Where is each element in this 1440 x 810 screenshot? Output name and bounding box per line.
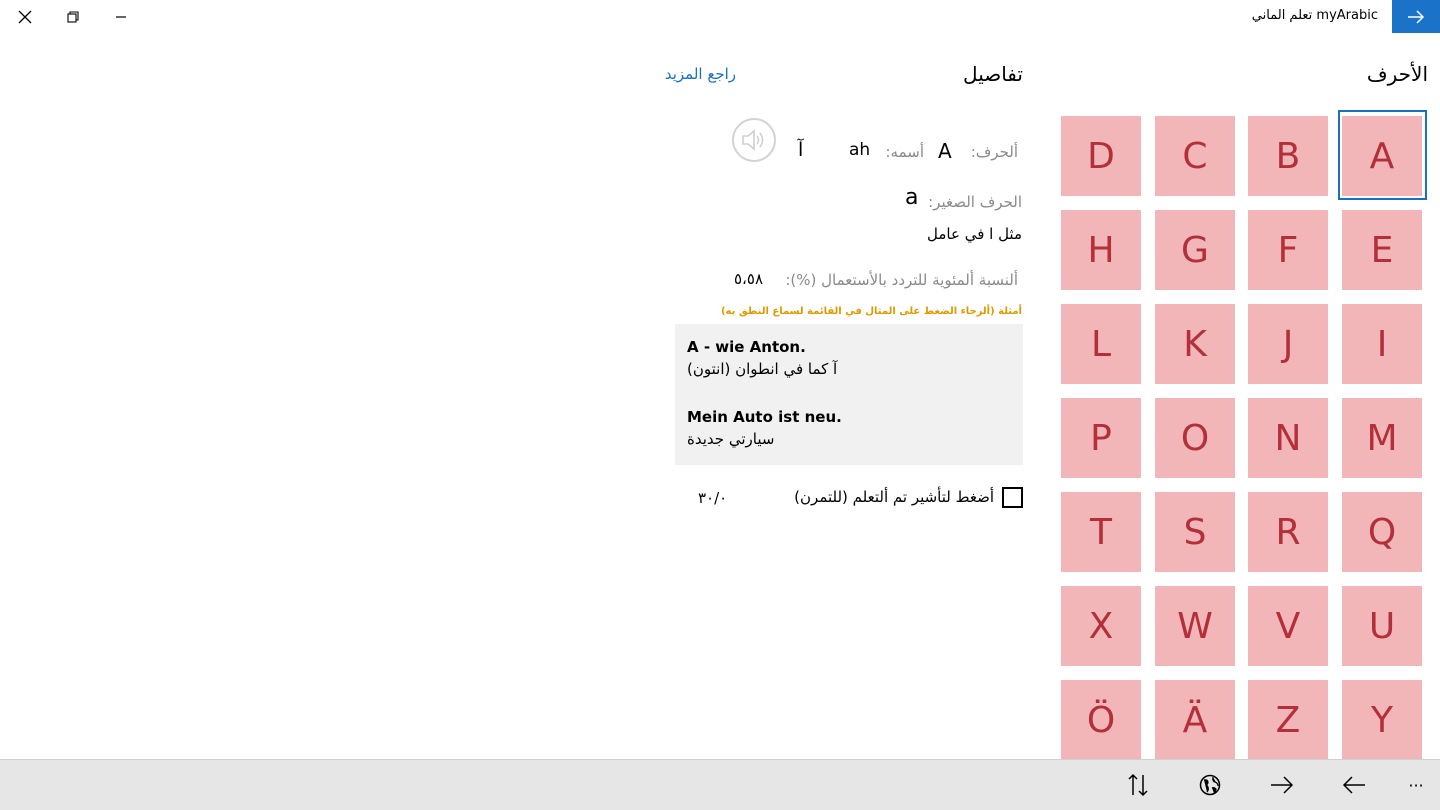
sort-button[interactable] <box>1118 770 1158 800</box>
minimize-window-button[interactable] <box>98 4 144 30</box>
letter-tile[interactable]: H <box>1061 210 1141 290</box>
close-icon <box>18 10 32 24</box>
title-bar: myArabic تعلم الماني <box>0 0 1440 34</box>
letter-tile[interactable]: N <box>1248 398 1328 478</box>
restore-window-button[interactable] <box>50 4 96 30</box>
letter-tile[interactable]: G <box>1155 210 1235 290</box>
letter-tile[interactable]: Q <box>1342 492 1422 572</box>
example-ar[interactable]: آ كما في انطوان (انتون) <box>687 360 837 378</box>
arrow-left-icon <box>1342 776 1365 794</box>
close-window-button[interactable] <box>2 4 48 30</box>
letter-tile[interactable]: U <box>1342 586 1422 666</box>
name-value: ah <box>849 140 871 160</box>
bottom-app-bar: ··· <box>0 759 1440 810</box>
sort-icon <box>1128 773 1148 797</box>
arrow-right-icon <box>1271 776 1294 794</box>
letter-tile[interactable]: Ö <box>1061 680 1141 760</box>
examples-list: A - wie Anton. آ كما في انطوان (انتون) M… <box>675 324 1023 465</box>
letter-tile[interactable]: D <box>1061 116 1141 196</box>
app-title: myArabic تعلم الماني <box>1251 8 1378 23</box>
like-text: مثل ا في عامل <box>927 225 1022 243</box>
next-button[interactable] <box>1262 770 1302 800</box>
name-label: أسمه: <box>885 143 924 161</box>
letter-tile[interactable]: K <box>1155 304 1235 384</box>
play-sound-button[interactable] <box>732 118 776 162</box>
letter-tile[interactable]: E <box>1342 210 1422 290</box>
letter-tile[interactable]: O <box>1155 398 1235 478</box>
learned-checkbox-label[interactable]: أضغط لتأشير تم ألتعلم (للتمرن) <box>794 488 994 506</box>
example-ar[interactable]: سيارتي جديدة <box>687 430 774 448</box>
frequency-value: ٥،٥٨ <box>734 270 764 288</box>
letter-label: ألحرف: <box>970 143 1018 161</box>
letter-tile[interactable]: L <box>1061 304 1141 384</box>
letter-tile[interactable]: M <box>1342 398 1422 478</box>
arrow-right-icon <box>1408 9 1425 24</box>
language-button[interactable] <box>1190 770 1230 800</box>
more-icon: ··· <box>1408 775 1424 795</box>
back-button[interactable] <box>1392 0 1440 33</box>
letter-tile[interactable]: W <box>1155 586 1235 666</box>
letter-tile[interactable]: V <box>1248 586 1328 666</box>
more-button[interactable]: ··· <box>1396 770 1436 800</box>
letter-tile[interactable]: R <box>1248 492 1328 572</box>
see-more-link[interactable]: راجع المزيد <box>665 65 736 83</box>
small-letter-label: الحرف الصغير: <box>928 193 1022 211</box>
example-de[interactable]: Mein Auto ist neu. <box>687 408 842 426</box>
learned-checkbox[interactable] <box>1002 487 1023 508</box>
minimize-icon <box>116 16 126 18</box>
restore-icon <box>67 11 79 23</box>
letter-value: A <box>938 139 952 163</box>
frequency-label: ألنسبة ألمئوية للتردد بالأستعمال (%): <box>785 271 1018 289</box>
letter-tile[interactable]: S <box>1155 492 1235 572</box>
letter-tile[interactable]: B <box>1248 116 1328 196</box>
letter-tile[interactable]: A <box>1342 116 1422 196</box>
letter-tile[interactable]: P <box>1061 398 1141 478</box>
letter-tile[interactable]: Z <box>1248 680 1328 760</box>
examples-hint: أمثلة (ألرجاء الضغط على المثال في القائم… <box>720 306 1022 317</box>
speaker-icon <box>742 129 764 151</box>
arabic-letter: آ <box>798 139 804 161</box>
letters-header: الأحرف <box>1366 62 1428 86</box>
small-letter-value: a <box>905 185 919 210</box>
letter-tile[interactable]: I <box>1342 304 1422 384</box>
letter-tile[interactable]: T <box>1061 492 1141 572</box>
letter-tile[interactable]: Ä <box>1155 680 1235 760</box>
example-de[interactable]: A - wie Anton. <box>687 338 806 356</box>
letter-tile[interactable]: F <box>1248 210 1328 290</box>
previous-button[interactable] <box>1334 770 1374 800</box>
letter-tile[interactable]: C <box>1155 116 1235 196</box>
letter-tile[interactable]: Y <box>1342 680 1422 760</box>
learned-counter: ٣٠/٠ <box>698 489 728 507</box>
letter-tile[interactable]: X <box>1061 586 1141 666</box>
globe-icon <box>1199 774 1221 796</box>
letter-tile[interactable]: J <box>1248 304 1328 384</box>
details-header: تفاصيل <box>963 62 1023 86</box>
